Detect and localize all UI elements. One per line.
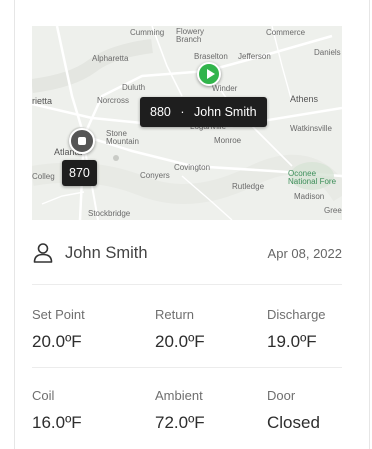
stat-value: 20.0ºF bbox=[155, 332, 205, 351]
stat-value: 20.0ºF bbox=[32, 332, 82, 351]
stat-coil: Coil 16.0ºF bbox=[32, 388, 82, 433]
callout-unit-id: 880 bbox=[150, 105, 171, 119]
stat-ambient: Ambient 72.0ºF bbox=[155, 388, 205, 433]
divider bbox=[32, 284, 342, 285]
map-label-stone-mountain: Stone Mountain bbox=[106, 129, 139, 146]
callout-unit-id: 870 bbox=[69, 166, 90, 180]
stat-value: Closed bbox=[267, 413, 320, 432]
map-label-conyers: Conyers bbox=[140, 171, 170, 180]
map-label-colleg: Colleg bbox=[32, 172, 55, 181]
map-label-braselton: Braselton bbox=[194, 52, 228, 61]
map-label-jefferson: Jefferson bbox=[238, 52, 271, 61]
stat-discharge: Discharge 19.0ºF bbox=[267, 307, 326, 352]
stat-label: Discharge bbox=[267, 307, 326, 322]
map-label-monroe: Monroe bbox=[214, 136, 242, 145]
map-label-madison: Madison bbox=[294, 192, 325, 201]
stat-label: Door bbox=[267, 388, 296, 403]
map-label-alpharetta: Alpharetta bbox=[92, 54, 129, 63]
map-label-cumming: Cumming bbox=[130, 28, 165, 37]
driver-name: John Smith bbox=[65, 244, 148, 262]
stat-label: Return bbox=[155, 307, 195, 322]
map-label-stockbridge: Stockbridge bbox=[88, 209, 131, 218]
divider bbox=[32, 367, 342, 368]
stat-return: Return 20.0ºF bbox=[155, 307, 205, 352]
map-label-winder: Winder bbox=[212, 84, 238, 93]
truck-marker-880[interactable] bbox=[197, 62, 221, 86]
map-label-athens: Athens bbox=[290, 94, 319, 104]
map-label-commerce: Commerce bbox=[266, 28, 306, 37]
callout-separator: · bbox=[180, 105, 185, 119]
map-callout-870[interactable]: 870 bbox=[62, 160, 97, 186]
map-label-daniels: Daniels bbox=[314, 48, 341, 57]
stat-label: Ambient bbox=[155, 388, 203, 403]
map-label-oconee: Oconee National Fore bbox=[288, 169, 337, 186]
user-icon bbox=[32, 242, 54, 269]
callout-driver-name: John Smith bbox=[194, 105, 257, 119]
stat-value: 19.0ºF bbox=[267, 332, 317, 351]
stat-value: 72.0ºF bbox=[155, 413, 205, 432]
truck-marker-870[interactable] bbox=[69, 128, 95, 154]
map-label-rutledge: Rutledge bbox=[232, 182, 265, 191]
stat-set-point: Set Point 20.0ºF bbox=[32, 307, 85, 352]
map-label-duluth: Duluth bbox=[122, 83, 146, 92]
driver-row: John Smith Apr 08, 2022 bbox=[32, 240, 342, 270]
map-callout-880[interactable]: 880 · John Smith bbox=[140, 97, 267, 127]
stat-door: Door Closed bbox=[267, 388, 320, 433]
stat-value: 16.0ºF bbox=[32, 413, 82, 432]
location-map[interactable]: Cumming Flowery Branch Commerce Alpharet… bbox=[32, 26, 342, 220]
stat-label: Set Point bbox=[32, 307, 85, 322]
map-label-rietta: rietta bbox=[32, 96, 53, 106]
map-label-watkinsville: Watkinsville bbox=[290, 124, 332, 133]
report-date: Apr 08, 2022 bbox=[267, 246, 342, 261]
map-label-covington: Covington bbox=[174, 163, 211, 172]
stat-label: Coil bbox=[32, 388, 55, 403]
map-label-green: Green bbox=[324, 206, 342, 215]
map-label-flowery-branch: Flowery Branch bbox=[176, 27, 205, 44]
map-label-norcross: Norcross bbox=[97, 96, 130, 105]
